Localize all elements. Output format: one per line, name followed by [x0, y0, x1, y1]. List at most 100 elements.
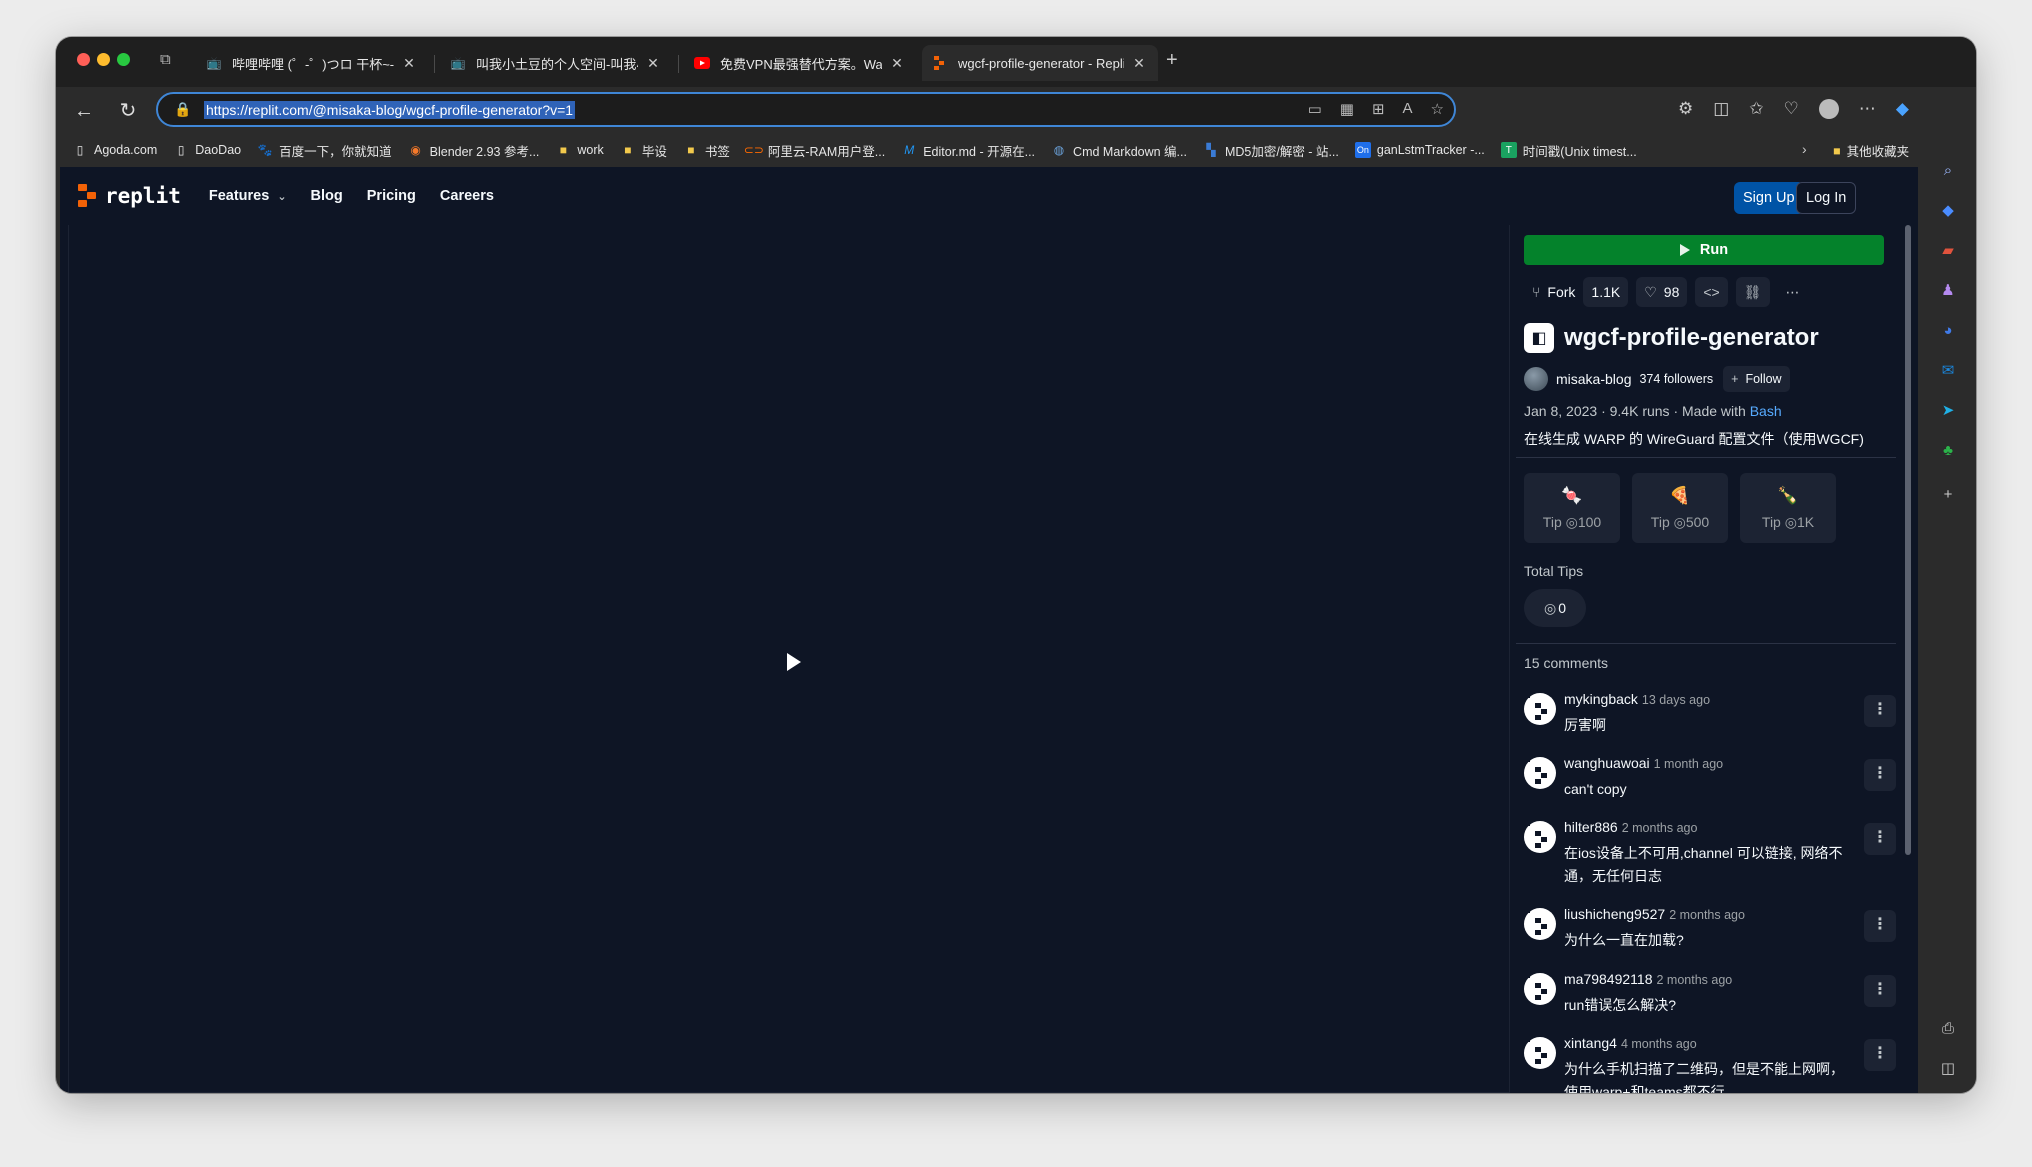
language-link[interactable]: Bash [1750, 403, 1782, 419]
outlook-icon[interactable]: ✉ [1939, 361, 1957, 379]
bookmarks-overflow-icon[interactable]: › [1802, 141, 1807, 157]
tip-1k-button[interactable]: 🍾 Tip ◎1K [1740, 473, 1836, 543]
folder-icon: ■ [624, 143, 632, 157]
bookmark-blender[interactable]: ◉ Blender 2.93 参考... [408, 141, 539, 160]
minimize-window-button[interactable] [97, 53, 110, 66]
comment-user[interactable]: liushicheng9527 [1564, 906, 1665, 922]
close-tab-icon[interactable]: ✕ [888, 55, 906, 72]
address-bar[interactable]: 🔒 https://replit.com/@misaka-blog/wgcf-p… [156, 92, 1456, 127]
code-button[interactable]: <> [1695, 277, 1728, 307]
follow-button[interactable]: + Follow [1723, 366, 1790, 392]
comment-user[interactable]: hilter886 [1564, 819, 1618, 835]
bookmark-folder-work[interactable]: ■ work [555, 142, 604, 158]
sidebar-scrollbar[interactable] [1905, 225, 1911, 855]
fork-button[interactable]: ⑂ Fork [1524, 277, 1583, 307]
comment-menu-icon[interactable]: ⋮ [1864, 759, 1896, 791]
like-button[interactable]: ♡ 98 [1636, 277, 1688, 307]
comment-menu-icon[interactable]: ⋮ [1864, 823, 1896, 855]
tab-bilibili[interactable]: 📺 哔哩哔哩 (゜-゜)つロ 干杯~-bili ✕ [196, 45, 428, 81]
games-icon[interactable]: ♟ [1939, 281, 1957, 299]
candy-icon: 🍬 [1561, 485, 1583, 505]
repl-actions: ⑂ Fork 1.1K ♡ 98 <> ⛓ ⋯ [1524, 277, 1808, 307]
reload-icon[interactable]: ↻ [114, 97, 142, 125]
bookmark-baidu[interactable]: 🐾 百度一下，你就知道 [257, 141, 392, 160]
run-button[interactable]: Run [1524, 235, 1884, 265]
comment-avatar[interactable] [1524, 908, 1556, 940]
health-icon[interactable]: ♡ [1784, 99, 1799, 119]
tag-icon[interactable]: ◆ [1939, 201, 1957, 219]
apps-icon[interactable]: ⊞ [1372, 100, 1385, 118]
nav-features[interactable]: Features ⌄ [209, 188, 287, 204]
tab-bilibili-space[interactable]: 📺 叫我小土豆的个人空间-叫我小 ✕ [440, 45, 672, 81]
profile-avatar[interactable] [1818, 99, 1839, 119]
close-tab-icon[interactable]: ✕ [644, 55, 662, 72]
bookmark-editormd[interactable]: M Editor.md - 开源在... [901, 141, 1035, 160]
sign-up-button[interactable]: Sign Up [1734, 182, 1804, 214]
screenshot-icon[interactable]: ⎙ [1939, 1019, 1957, 1037]
tab-youtube[interactable]: 免费VPN最强替代方案。Warp+ ✕ [684, 45, 916, 81]
bookmark-cmd-markdown[interactable]: ◍ Cmd Markdown 编... [1051, 141, 1187, 160]
replit-logo[interactable]: replit [78, 184, 181, 208]
comment-avatar[interactable] [1524, 757, 1556, 789]
folder-icon: ■ [687, 143, 695, 157]
close-tab-icon[interactable]: ✕ [1130, 55, 1148, 72]
send-icon[interactable]: ➤ [1939, 401, 1957, 419]
owner-name[interactable]: misaka-blog [1556, 371, 1631, 387]
extension-grid-icon[interactable]: ▦ [1340, 100, 1354, 118]
close-tab-icon[interactable]: ✕ [400, 55, 418, 72]
bookmark-timestamp[interactable]: T 时间戳(Unix timest... [1500, 141, 1637, 160]
tip-100-button[interactable]: 🍬 Tip ◎100 [1524, 473, 1620, 543]
comment-menu-icon[interactable]: ⋮ [1864, 910, 1896, 942]
url-text[interactable]: https://replit.com/@misaka-blog/wgcf-pro… [204, 101, 576, 119]
bookmark-aliyun[interactable]: ⊂⊃ 阿里云-RAM用户登... [744, 141, 885, 160]
more-menu-icon[interactable]: ⋯ [1859, 99, 1876, 119]
comment-avatar[interactable] [1524, 821, 1556, 853]
bookmark-md5[interactable]: ▚ MD5加密/解密 - 站... [1203, 141, 1339, 160]
play-icon[interactable] [787, 653, 801, 671]
more-button[interactable]: ⋯ [1778, 277, 1808, 307]
maximize-window-button[interactable] [117, 53, 130, 66]
tab-replit[interactable]: wgcf-profile-generator - Replit ✕ [922, 45, 1158, 81]
comment-menu-icon[interactable]: ⋮ [1864, 975, 1896, 1007]
sidebar-toggle-icon[interactable]: ◫ [1939, 1059, 1957, 1077]
new-tab-button[interactable]: + [1166, 49, 1178, 72]
extensions-icon[interactable]: ⚙ [1678, 99, 1693, 119]
bookmark-folder-shuqian[interactable]: ■ 书签 [683, 141, 730, 160]
nav-blog[interactable]: Blog [311, 188, 343, 204]
comment-user[interactable]: ma798492118 [1564, 971, 1652, 987]
search-icon[interactable]: ⌕ [1939, 161, 1957, 179]
cast-icon[interactable]: ▭ [1308, 100, 1322, 118]
copilot-sidebar-icon[interactable]: ◕ [1939, 321, 1957, 339]
comment-user[interactable]: xintang4 [1564, 1035, 1617, 1051]
comment-menu-icon[interactable]: ⋮ [1864, 1039, 1896, 1071]
bookmark-folder-bishe[interactable]: ■ 毕设 [620, 141, 667, 160]
tip-500-button[interactable]: 🍕 Tip ◎500 [1632, 473, 1728, 543]
comment-avatar[interactable] [1524, 1037, 1556, 1069]
webview-output[interactable] [68, 225, 1510, 1093]
favorite-star-icon[interactable]: ☆ [1431, 100, 1444, 118]
nav-careers[interactable]: Careers [440, 188, 494, 204]
read-aloud-icon[interactable]: A [1403, 100, 1413, 118]
tab-actions-icon[interactable]: ⧉ [160, 51, 182, 73]
other-bookmarks-folder[interactable]: ■ 其他收藏夹 [1833, 141, 1909, 160]
comment-user[interactable]: mykingback [1564, 691, 1638, 707]
close-window-button[interactable] [77, 53, 90, 66]
comment-avatar[interactable] [1524, 693, 1556, 725]
bookmark-daodao[interactable]: ▯ DaoDao [173, 142, 241, 158]
comment-avatar[interactable] [1524, 973, 1556, 1005]
bookmark-ganlstm[interactable]: On ganLstmTracker -... [1354, 142, 1485, 158]
comment-user[interactable]: wanghuawoai [1564, 755, 1650, 771]
copilot-icon[interactable]: ◆ [1896, 99, 1909, 119]
back-icon[interactable]: ← [70, 97, 98, 125]
add-icon[interactable]: + [1939, 485, 1957, 503]
copy-link-button[interactable]: ⛓ [1735, 277, 1770, 307]
tree-icon[interactable]: ♣ [1939, 441, 1957, 459]
nav-pricing[interactable]: Pricing [367, 188, 416, 204]
log-in-button[interactable]: Log In [1796, 182, 1857, 214]
favorites-icon[interactable]: ✩ [1749, 99, 1763, 119]
toolbox-icon[interactable]: ▰ [1939, 241, 1957, 259]
comment-menu-icon[interactable]: ⋮ [1864, 695, 1896, 727]
split-screen-icon[interactable]: ◫ [1713, 99, 1729, 119]
owner-avatar[interactable] [1524, 367, 1548, 391]
bookmark-agoda[interactable]: ▯ Agoda.com [72, 142, 158, 158]
